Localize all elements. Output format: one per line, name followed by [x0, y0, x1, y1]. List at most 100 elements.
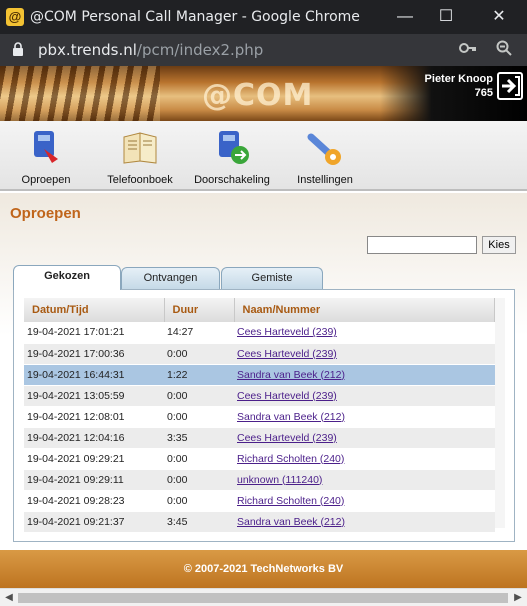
cell-datum: 19-04-2021 09:29:11	[24, 469, 164, 491]
contact-link[interactable]: Cees Harteveld (239)	[237, 390, 337, 402]
app-favicon-icon: @	[6, 8, 24, 26]
table-row[interactable]: 19-04-2021 09:29:21 0:00 Richard Scholten …	[24, 448, 495, 470]
contact-link[interactable]: Sandra van Beek (212)	[237, 516, 345, 528]
minimize-button[interactable]: —	[385, 4, 425, 30]
contact-link[interactable]: Richard Scholten (240)	[237, 453, 344, 465]
user-name: Pieter Knoop	[424, 73, 493, 85]
cell-naam: Cees Harteveld (239)	[234, 322, 495, 344]
header-banner: @COM Pieter Knoop 765	[0, 66, 527, 121]
cell-datum: 19-04-2021 09:29:21	[24, 448, 164, 470]
url-path: /pcm/index2.php	[136, 41, 264, 59]
tab-ontvangen[interactable]: Ontvangen	[121, 267, 220, 289]
scroll-right-icon[interactable]: ▶	[511, 591, 525, 605]
table-row[interactable]: 19-04-2021 17:00:36 0:00 Cees Harteveld (2…	[24, 343, 495, 365]
cell-naam: Cees Harteveld (239)	[234, 343, 495, 365]
contact-link[interactable]: Sandra van Beek (212)	[237, 411, 345, 423]
horizontal-scrollbar[interactable]: ◀ ▶	[0, 588, 527, 606]
kies-button[interactable]: Kies	[482, 236, 516, 254]
logout-arrow-icon	[502, 76, 520, 96]
lock-icon	[13, 42, 23, 56]
zoom-icon[interactable]	[494, 40, 514, 60]
cell-duur: 0:00	[164, 448, 234, 470]
contact-link[interactable]: Richard Scholten (240)	[237, 495, 344, 507]
user-info: Pieter Knoop 765	[425, 72, 493, 100]
cell-naam: Sandra van Beek (212)	[234, 511, 495, 533]
table-scrollbar[interactable]	[495, 298, 505, 528]
table-row[interactable]: 19-04-2021 09:21:37 3:45 Sandra van Beek (…	[24, 511, 495, 533]
cell-duur: 0:00	[164, 469, 234, 491]
toolbar-label: Oproepen	[21, 174, 71, 186]
phonebook-icon	[123, 132, 157, 164]
column-header-naam[interactable]: Naam/Nummer	[234, 298, 495, 322]
cell-datum: 19-04-2021 17:00:36	[24, 343, 164, 365]
cell-duur: 0:00	[164, 490, 234, 512]
toolbar-label: Doorschakeling	[194, 174, 270, 186]
cell-duur: 0:00	[164, 385, 234, 407]
cell-datum: 19-04-2021 17:01:21	[24, 322, 164, 344]
contact-link[interactable]: Cees Harteveld (239)	[237, 432, 337, 444]
cell-datum: 19-04-2021 12:08:01	[24, 406, 164, 428]
column-header-datum[interactable]: Datum/Tijd	[24, 298, 165, 322]
table-row[interactable]: 19-04-2021 12:04:16 3:35 Cees Harteveld (2…	[24, 427, 495, 449]
cell-duur: 3:35	[164, 427, 234, 449]
window-titlebar: @ @COM Personal Call Manager - Google Ch…	[0, 0, 527, 34]
content-area: Oproepen Kies Gekozen Ontvangen Gemiste …	[0, 193, 527, 550]
column-header-duur[interactable]: Duur	[164, 298, 235, 322]
table-row[interactable]: 19-04-2021 17:01:21 14:27 Cees Harteveld (…	[24, 322, 495, 344]
table-header-row: Datum/Tijd Duur Naam/Nummer	[24, 298, 495, 322]
table-row[interactable]: 19-04-2021 09:28:23 0:00 Richard Scholten …	[24, 490, 495, 512]
toolbar-instellingen[interactable]: Instellingen	[294, 127, 356, 186]
cell-datum: 19-04-2021 16:44:31	[24, 364, 164, 386]
brand-logo: @COM	[202, 78, 314, 113]
window-title: @COM Personal Call Manager - Google Chro…	[30, 9, 360, 25]
footer: © 2007-2021 TechNetworks BV	[0, 550, 527, 588]
cell-duur: 0:00	[164, 406, 234, 428]
maximize-button[interactable]: ☐	[426, 4, 466, 30]
logout-button[interactable]	[497, 72, 523, 100]
cell-datum: 19-04-2021 09:21:37	[24, 511, 164, 533]
cell-duur: 0:00	[164, 343, 234, 365]
toolbar-telefoonboek[interactable]: Telefoonboek	[104, 127, 176, 186]
scroll-left-icon[interactable]: ◀	[2, 591, 16, 605]
contact-link[interactable]: Cees Harteveld (239)	[237, 348, 337, 360]
user-extension: 765	[474, 87, 493, 99]
toolbar-label: Telefoonboek	[107, 174, 173, 186]
contact-link[interactable]: unknown (111240)	[237, 474, 322, 486]
cell-datum: 19-04-2021 13:05:59	[24, 385, 164, 407]
page-title: Oproepen	[10, 205, 81, 222]
url-text[interactable]: pbx.trends.nl/pcm/index2.php	[38, 41, 263, 59]
close-button[interactable]: ✕	[479, 4, 519, 30]
address-bar[interactable]: pbx.trends.nl/pcm/index2.php	[0, 34, 527, 66]
cell-naam: Sandra van Beek (212)	[234, 364, 495, 386]
calls-panel: Datum/Tijd Duur Naam/Nummer 19-04-2021 1…	[13, 289, 515, 542]
settings-icon	[307, 133, 341, 165]
cell-naam: Richard Scholten (240)	[234, 490, 495, 512]
url-host: pbx.trends.nl	[38, 41, 137, 59]
table-row[interactable]: 19-04-2021 16:44:31 1:22 Sandra van Beek (…	[24, 364, 495, 386]
cell-naam: unknown (111240)	[234, 469, 495, 491]
search-input[interactable]	[367, 236, 477, 254]
scrollbar-thumb[interactable]	[18, 593, 508, 603]
main-toolbar: Oproepen Telefoonboek Doorschakeling Ins…	[0, 121, 527, 191]
cell-naam: Cees Harteveld (239)	[234, 385, 495, 407]
cell-duur: 3:45	[164, 511, 234, 533]
cell-duur: 14:27	[164, 322, 234, 344]
cell-datum: 19-04-2021 12:04:16	[24, 427, 164, 449]
toolbar-oproepen[interactable]: Oproepen	[16, 127, 76, 186]
tab-gekozen[interactable]: Gekozen	[13, 265, 121, 290]
table-row[interactable]: 19-04-2021 13:05:59 0:00 Cees Harteveld (2…	[24, 385, 495, 407]
table-row[interactable]: 19-04-2021 12:08:01 0:00 Sandra van Beek (…	[24, 406, 495, 428]
toolbar-doorschakeling[interactable]: Doorschakeling	[192, 127, 272, 186]
cell-duur: 1:22	[164, 364, 234, 386]
cell-naam: Cees Harteveld (239)	[234, 427, 495, 449]
contact-link[interactable]: Sandra van Beek (212)	[237, 369, 345, 381]
calls-table: Datum/Tijd Duur Naam/Nummer 19-04-2021 1…	[24, 298, 495, 533]
table-row[interactable]: 19-04-2021 09:29:11 0:00 unknown (111240)	[24, 469, 495, 491]
cell-naam: Sandra van Beek (212)	[234, 406, 495, 428]
cell-naam: Richard Scholten (240)	[234, 448, 495, 470]
forward-icon	[219, 131, 249, 164]
contact-link[interactable]: Cees Harteveld (239)	[237, 326, 337, 338]
toolbar-label: Instellingen	[297, 174, 353, 186]
tab-gemiste[interactable]: Gemiste	[221, 267, 323, 289]
key-icon[interactable]	[458, 40, 478, 60]
